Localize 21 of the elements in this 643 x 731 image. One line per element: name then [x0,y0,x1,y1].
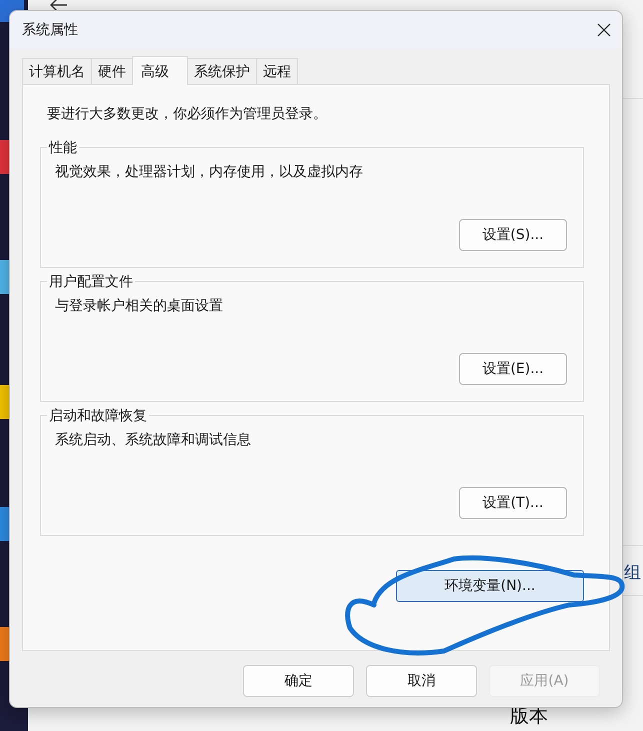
group-title: 启动和故障恢复 [47,407,149,425]
dialog-button[interactable]: 确定 [243,665,354,697]
group-title: 用户配置文件 [47,273,135,291]
settings-link[interactable]: 组 [624,561,641,584]
group-description: 系统启动、系统故障和调试信息 [55,431,252,450]
tab[interactable]: 计算机名 [22,58,92,84]
group-description: 与登录帐户相关的桌面设置 [55,297,224,316]
close-icon[interactable] [596,22,612,38]
group-description: 视觉效果，处理器计划，内存使用，以及虚拟内存 [55,163,364,182]
dialog-title: 系统属性 [22,21,78,39]
tab[interactable]: 高级 [132,56,188,85]
dialog-button[interactable]: 取消 [366,665,477,697]
settings-button[interactable]: 设置(S)... [459,219,567,251]
back-arrow-icon[interactable] [50,0,68,12]
tab[interactable]: 远程 [256,58,298,84]
environment-variables-button[interactable]: 环境变量(N)... [396,570,584,602]
group-title: 性能 [47,139,79,157]
settings-button[interactable]: 设置(E)... [459,353,567,385]
notice-text: 要进行大多数更改，你必须作为管理员登录。 [47,105,328,123]
section-label: 版本 [510,704,548,729]
settings-button[interactable]: 设置(T)... [459,487,567,519]
